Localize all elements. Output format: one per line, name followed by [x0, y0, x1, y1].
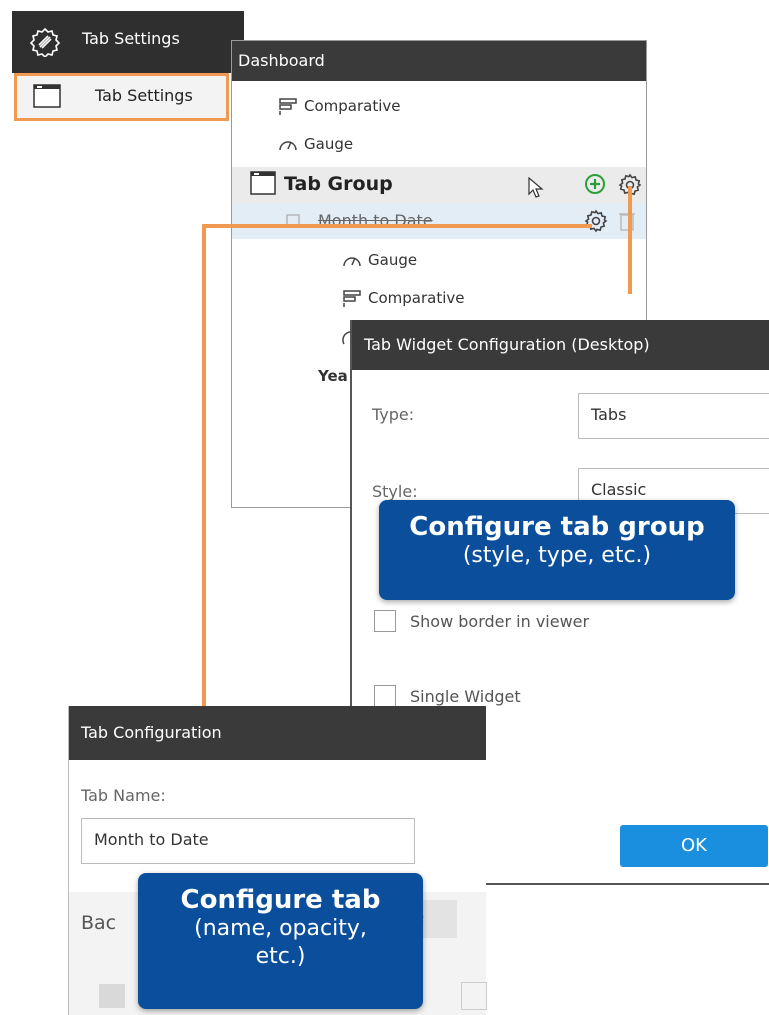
delete-icon[interactable] [618, 210, 636, 232]
style-label: Style: [372, 482, 418, 501]
tab-settings-item-label: Tab Settings [95, 86, 193, 105]
option-field-partial[interactable] [461, 982, 487, 1010]
single-widget-checkbox[interactable] [374, 685, 396, 707]
tab-group-label: Tab Group [284, 173, 393, 195]
dialog-title: Tab Configuration [69, 706, 486, 760]
gear-outline-icon [30, 27, 60, 57]
tab-settings-gear-icon[interactable] [584, 209, 608, 233]
tree-item-comparative[interactable]: Comparative [278, 97, 401, 116]
configure-tab-group-callout: Configure tab group (style, type, etc.) [379, 500, 735, 600]
tab-settings-menu-header[interactable]: Tab Settings [12, 11, 244, 73]
tree-item-year-partial[interactable]: Yea [318, 367, 348, 385]
tab-group-icon [250, 171, 276, 195]
option-checkbox-partial[interactable] [99, 984, 125, 1008]
mouse-cursor-icon [528, 177, 544, 198]
callout-subtitle: (style, type, etc.) [462, 543, 652, 568]
tab-name-label: Tab Name: [81, 786, 166, 805]
tree-item-month-to-date[interactable]: Month to Date [232, 203, 646, 239]
type-select[interactable]: Tabs [578, 393, 769, 439]
tab-icon [33, 84, 61, 108]
tree-item-label: Gauge [368, 251, 418, 269]
connector-line [628, 186, 632, 294]
comparative-icon [343, 289, 361, 307]
gauge-icon [279, 140, 297, 150]
ok-button[interactable]: OK [620, 825, 768, 867]
tree-item-label: Comparative [304, 97, 401, 115]
callout-title: Configure tab [180, 885, 381, 915]
tree-item-tab-group[interactable]: Tab Group [232, 167, 646, 203]
connector-line [202, 224, 592, 228]
tree-item-label: Yea [318, 367, 348, 385]
tree-item-gauge[interactable]: Gauge [278, 135, 353, 154]
configure-tab-callout: Configure tab (name, opacity, etc.) [138, 873, 423, 1009]
tab-settings-menu-item[interactable]: Tab Settings [14, 73, 229, 121]
comparative-icon [279, 97, 297, 115]
tab-settings-header-label: Tab Settings [82, 29, 180, 48]
connector-line [202, 224, 206, 708]
tree-item-gauge-child[interactable]: Gauge [342, 251, 417, 270]
tree-item-comparative-child[interactable]: Comparative [342, 289, 465, 308]
callout-subtitle-line-1: (name, opacity, [194, 916, 367, 941]
show-border-label: Show border in viewer [410, 612, 590, 631]
tree-item-label: Comparative [368, 289, 465, 307]
callout-title: Configure tab group [409, 512, 705, 542]
add-tab-icon[interactable] [584, 173, 606, 195]
background-label-partial: Bac [81, 912, 117, 934]
single-widget-label: Single Widget [410, 687, 521, 706]
callout-subtitle-line-2: etc.) [255, 943, 306, 969]
dialog-title: Tab Widget Configuration (Desktop) [352, 320, 769, 370]
gauge-icon [343, 256, 361, 266]
dashboard-title: Dashboard [232, 41, 646, 81]
tree-item-label: Gauge [304, 135, 354, 153]
type-label: Type: [372, 405, 415, 424]
show-border-checkbox[interactable] [374, 610, 396, 632]
tab-name-input[interactable]: Month to Date [81, 818, 415, 864]
